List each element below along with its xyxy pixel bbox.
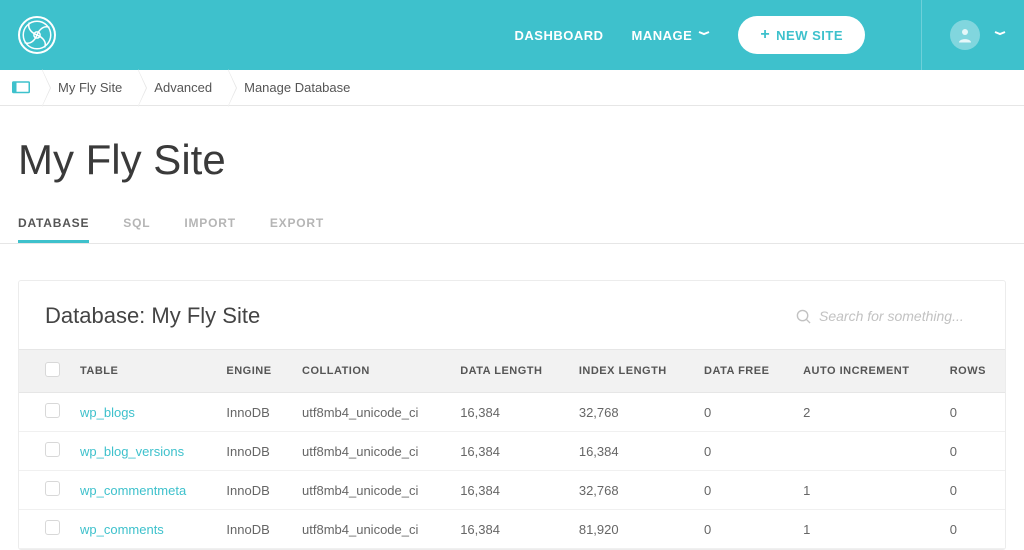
- cell-rows: 0: [940, 510, 1005, 549]
- breadcrumb-home[interactable]: [0, 70, 42, 106]
- logo[interactable]: [18, 16, 56, 54]
- nav-manage-label: MANAGE: [632, 28, 693, 43]
- nav-manage[interactable]: MANAGE: [632, 28, 711, 43]
- cell-collation: utf8mb4_unicode_ci: [292, 471, 450, 510]
- breadcrumb-item[interactable]: My Fly Site: [42, 70, 138, 106]
- new-site-label: NEW SITE: [776, 28, 843, 43]
- cell-data-free: 0: [694, 432, 793, 471]
- cell-data-free: 0: [694, 471, 793, 510]
- chevron-down-icon: [994, 31, 1006, 39]
- cell-collation: utf8mb4_unicode_ci: [292, 510, 450, 549]
- row-checkbox[interactable]: [45, 520, 60, 535]
- user-menu[interactable]: [921, 0, 1006, 70]
- col-index-length[interactable]: INDEX LENGTH: [569, 350, 694, 393]
- breadcrumb: My Fly Site Advanced Manage Database: [0, 70, 1024, 106]
- screen-icon: [12, 81, 30, 95]
- col-engine[interactable]: ENGINE: [216, 350, 292, 393]
- tab-database[interactable]: DATABASE: [18, 208, 89, 243]
- cell-auto-increment: 2: [793, 393, 940, 432]
- cell-index-length: 32,768: [569, 471, 694, 510]
- search-input[interactable]: [819, 308, 979, 324]
- table-row: wp_comments InnoDButf8mb4_unicode_ci16,38…: [19, 510, 1005, 549]
- table-row: wp_blog_versions InnoDButf8mb4_unicode_ci…: [19, 432, 1005, 471]
- cell-engine: InnoDB: [216, 393, 292, 432]
- search-icon: [796, 309, 811, 324]
- database-panel: Database: My Fly Site TABLE ENGINE COLLA…: [18, 280, 1006, 550]
- cell-rows: 0: [940, 393, 1005, 432]
- tab-export[interactable]: EXPORT: [270, 208, 324, 243]
- breadcrumb-item[interactable]: Advanced: [138, 70, 228, 106]
- col-collation[interactable]: COLLATION: [292, 350, 450, 393]
- nav-dashboard[interactable]: DASHBOARD: [515, 28, 604, 43]
- col-table[interactable]: TABLE: [70, 350, 216, 393]
- tables-table: TABLE ENGINE COLLATION DATA LENGTH INDEX…: [19, 349, 1005, 549]
- col-data-length[interactable]: DATA LENGTH: [450, 350, 569, 393]
- panel-title: Database: My Fly Site: [45, 303, 260, 329]
- cell-rows: 0: [940, 471, 1005, 510]
- cell-index-length: 32,768: [569, 393, 694, 432]
- cell-data-length: 16,384: [450, 510, 569, 549]
- table-row: wp_blogs InnoDButf8mb4_unicode_ci16,38432…: [19, 393, 1005, 432]
- cell-engine: InnoDB: [216, 471, 292, 510]
- cell-data-free: 0: [694, 510, 793, 549]
- col-auto-increment[interactable]: AUTO INCREMENT: [793, 350, 940, 393]
- new-site-button[interactable]: + NEW SITE: [738, 16, 865, 54]
- user-icon: [956, 26, 974, 44]
- cell-data-free: 0: [694, 393, 793, 432]
- cell-index-length: 81,920: [569, 510, 694, 549]
- select-all-checkbox[interactable]: [45, 362, 60, 377]
- table-row: wp_commentmeta InnoDButf8mb4_unicode_ci16…: [19, 471, 1005, 510]
- cell-data-length: 16,384: [450, 432, 569, 471]
- table-name-link[interactable]: wp_comments: [80, 522, 164, 537]
- cell-data-length: 16,384: [450, 471, 569, 510]
- top-header: DASHBOARD MANAGE + NEW SITE: [0, 0, 1024, 70]
- plus-icon: +: [760, 26, 770, 44]
- row-checkbox[interactable]: [45, 442, 60, 457]
- table-name-link[interactable]: wp_blogs: [80, 405, 135, 420]
- cell-auto-increment: [793, 432, 940, 471]
- cell-collation: utf8mb4_unicode_ci: [292, 393, 450, 432]
- breadcrumb-item[interactable]: Manage Database: [228, 70, 366, 106]
- row-checkbox[interactable]: [45, 481, 60, 496]
- cell-rows: 0: [940, 432, 1005, 471]
- cell-collation: utf8mb4_unicode_ci: [292, 432, 450, 471]
- row-checkbox[interactable]: [45, 403, 60, 418]
- tabs: DATABASE SQL IMPORT EXPORT: [0, 208, 1024, 244]
- cell-auto-increment: 1: [793, 471, 940, 510]
- chevron-down-icon: [698, 31, 710, 39]
- cell-engine: InnoDB: [216, 510, 292, 549]
- col-data-free[interactable]: DATA FREE: [694, 350, 793, 393]
- tab-import[interactable]: IMPORT: [184, 208, 235, 243]
- cell-auto-increment: 1: [793, 510, 940, 549]
- avatar: [950, 20, 980, 50]
- col-rows[interactable]: ROWS: [940, 350, 1005, 393]
- table-name-link[interactable]: wp_blog_versions: [80, 444, 184, 459]
- table-name-link[interactable]: wp_commentmeta: [80, 483, 186, 498]
- cell-engine: InnoDB: [216, 432, 292, 471]
- cell-index-length: 16,384: [569, 432, 694, 471]
- cell-data-length: 16,384: [450, 393, 569, 432]
- fan-icon: [22, 20, 52, 50]
- tab-sql[interactable]: SQL: [123, 208, 150, 243]
- page-title: My Fly Site: [0, 106, 1024, 208]
